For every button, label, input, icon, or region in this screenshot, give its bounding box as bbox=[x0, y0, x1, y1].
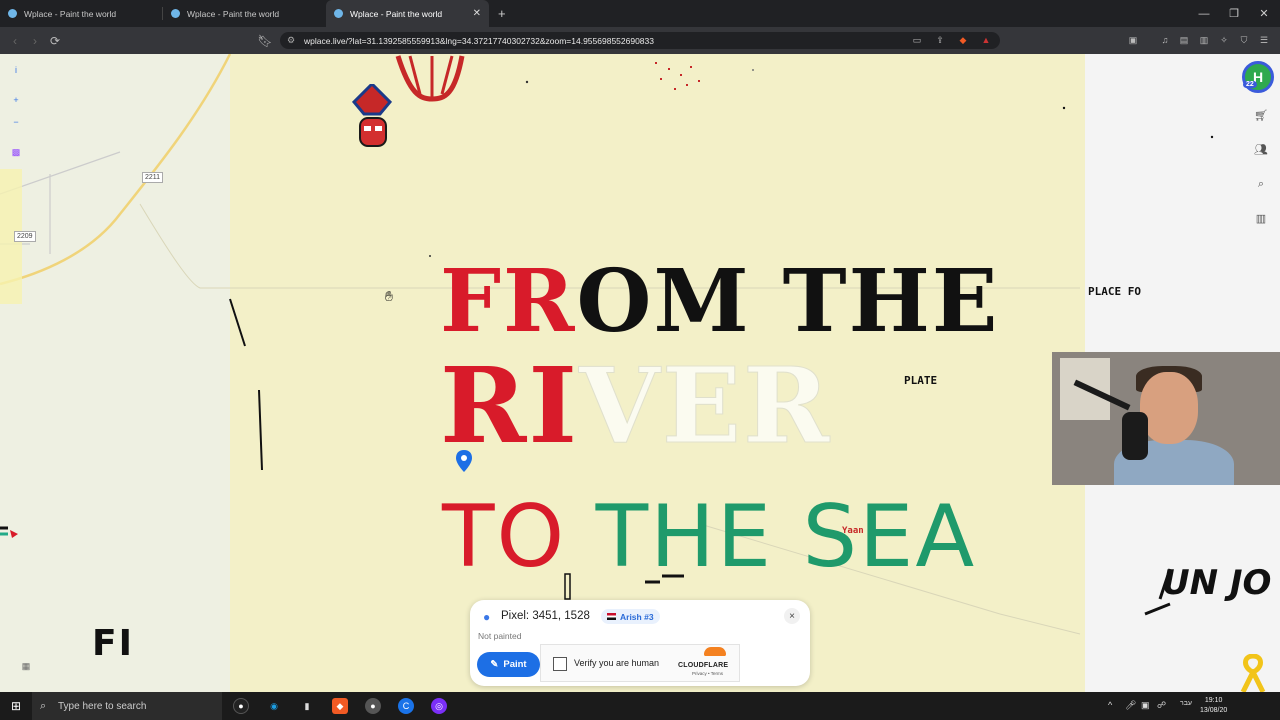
app-icon-1[interactable]: ● bbox=[233, 698, 249, 714]
site-settings-icon[interactable]: ⚙ bbox=[287, 35, 295, 46]
reload-icon[interactable]: ⟳ bbox=[47, 27, 63, 54]
windows-start-icon[interactable]: ⊞ bbox=[8, 698, 24, 714]
spiderman-pixel-art bbox=[351, 84, 393, 147]
close-window-icon[interactable]: ✕ bbox=[1248, 0, 1280, 27]
art-river: RIVER bbox=[440, 344, 832, 467]
steam-icon[interactable]: ◉ bbox=[266, 698, 282, 714]
region-badge[interactable]: Arish #3 bbox=[601, 609, 660, 624]
cast-icon[interactable]: ▭ bbox=[911, 34, 923, 46]
wplace-favicon-icon bbox=[171, 9, 180, 18]
clock[interactable]: 19:10 13/08/20 bbox=[1200, 696, 1227, 716]
cloudflare-turnstile: Verify you are human CLOUDFLARE Privacy … bbox=[540, 644, 740, 682]
fi-art: FI bbox=[92, 623, 134, 664]
cloudflare-cloud-icon bbox=[704, 647, 726, 656]
mic-icon[interactable]: 🎤︎ bbox=[1125, 700, 1136, 711]
store-cart-icon[interactable]: 🛒︎ bbox=[1252, 106, 1270, 124]
tab-title: Wplace - Paint the world bbox=[350, 8, 443, 19]
address-bar-row: ‹ › ⟳ 🔖︎ ⚙ wplace.live/?lat=31.139258555… bbox=[0, 27, 1280, 54]
language-indicator[interactable]: עבר bbox=[1180, 700, 1192, 707]
paint-status: Not painted bbox=[478, 631, 522, 641]
close-tab-icon[interactable]: ✕ bbox=[473, 8, 481, 19]
tray-chevron-icon[interactable]: ^ bbox=[1108, 700, 1112, 710]
paint-button[interactable]: ✎ Paint bbox=[477, 652, 540, 677]
map-layers-icon[interactable]: ▦ bbox=[18, 658, 34, 674]
red-tag-label: Yaan bbox=[842, 526, 864, 536]
road-label-2209: 2209 bbox=[14, 231, 36, 242]
verify-label: Verify you are human bbox=[574, 658, 660, 668]
webcam-overlay bbox=[1052, 352, 1280, 485]
leaderboard-icon[interactable]: ▥ bbox=[1252, 209, 1270, 227]
tab-2[interactable]: Wplace - Paint the world bbox=[163, 0, 326, 27]
app-icon-3[interactable]: ▮ bbox=[299, 698, 315, 714]
obs-icon[interactable]: ◎ bbox=[431, 698, 447, 714]
share-icon[interactable]: ⇪ bbox=[934, 34, 946, 46]
map-canvas[interactable]: 2211 2209 i + − ▩ ▦ H 22 🛒︎ 👥︎ ⌕ ▥ FROM … bbox=[0, 54, 1280, 692]
close-panel-button[interactable]: × bbox=[784, 608, 800, 624]
tray-app-icon[interactable]: ▣ bbox=[1141, 700, 1150, 711]
pixel-info-panel: ● Pixel: 3451, 1528 Arish #3 × Not paint… bbox=[470, 600, 810, 686]
brave-shield-icon[interactable]: ◆ bbox=[957, 34, 969, 46]
road-label-2211: 2211 bbox=[142, 172, 164, 183]
tab-1[interactable]: Wplace - Paint the world bbox=[0, 0, 163, 27]
cloudflare-logo: CLOUDFLARE bbox=[678, 662, 729, 669]
forward-arrow-icon[interactable]: › bbox=[27, 27, 43, 54]
extensions-icon[interactable]: ▣ bbox=[1127, 34, 1139, 46]
wplace-favicon-icon bbox=[334, 9, 343, 18]
tab-3-active[interactable]: Wplace - Paint the world ✕ bbox=[326, 0, 489, 27]
twitch-icon[interactable]: ▩ bbox=[8, 144, 24, 160]
location-pin-icon: ● bbox=[483, 610, 491, 624]
url-text: wplace.live/?lat=31.1392585559913&lng=34… bbox=[304, 35, 654, 46]
tab-title: Wplace - Paint the world bbox=[24, 8, 117, 19]
wallet-icon[interactable]: ▥ bbox=[1198, 34, 1210, 46]
brave-rewards-icon[interactable]: ▲ bbox=[980, 34, 992, 46]
yellow-ribbon-icon bbox=[1237, 653, 1269, 692]
art-from-the: FROM THE bbox=[440, 251, 1000, 352]
search-icon: ⌕ bbox=[40, 699, 47, 712]
leo-ai-icon[interactable]: ✧ bbox=[1218, 34, 1230, 46]
vpn-icon[interactable]: ⛉ bbox=[1238, 34, 1250, 46]
info-icon[interactable]: i bbox=[8, 62, 24, 78]
egypt-flag-icon bbox=[607, 613, 616, 620]
brush-icon: ✎ bbox=[490, 659, 499, 670]
bookmark-icon[interactable]: 🔖︎ bbox=[257, 27, 273, 54]
verify-checkbox[interactable] bbox=[553, 657, 567, 671]
app-icon-5[interactable]: ● bbox=[365, 698, 381, 714]
level-badge: 22 bbox=[1243, 81, 1257, 88]
art-to-the-sea: TO THE SEA bbox=[442, 487, 977, 587]
ccleaner-icon[interactable]: C bbox=[398, 698, 414, 714]
minimize-icon[interactable]: — bbox=[1188, 0, 1220, 27]
un-jo-art: UN JO bbox=[1162, 563, 1272, 603]
sidebar-icon[interactable]: ▤ bbox=[1178, 34, 1190, 46]
search-placeholder: Type here to search bbox=[58, 700, 147, 712]
new-tab-button[interactable]: + bbox=[498, 6, 506, 21]
zoom-in-button[interactable]: + bbox=[8, 92, 24, 108]
zoom-out-button[interactable]: − bbox=[8, 114, 24, 130]
menu-icon[interactable]: ☰ bbox=[1258, 34, 1270, 46]
pixel-coordinates: Pixel: 3451, 1528 bbox=[501, 610, 590, 622]
brave-taskbar-icon[interactable]: ◆ bbox=[332, 698, 348, 714]
network-icon[interactable]: ☍ bbox=[1157, 700, 1166, 711]
map-pin-icon[interactable] bbox=[456, 450, 472, 474]
url-field[interactable]: ⚙ wplace.live/?lat=31.1392585559913&lng=… bbox=[280, 32, 1000, 49]
tab-strip: Wplace - Paint the world Wplace - Paint … bbox=[0, 0, 1280, 27]
avatar[interactable]: H bbox=[1242, 61, 1274, 93]
media-icon[interactable]: ♫ bbox=[1159, 34, 1171, 46]
tab-title: Wplace - Paint the world bbox=[187, 8, 280, 19]
plate-label: PLATE bbox=[904, 374, 938, 387]
restore-icon[interactable]: ❐ bbox=[1218, 0, 1250, 27]
search-location-icon[interactable]: ⌕ bbox=[1252, 175, 1270, 193]
alliance-icon[interactable]: 👥︎ bbox=[1252, 140, 1270, 158]
cursor-hand-icon: ✋︎ bbox=[385, 288, 393, 304]
windows-taskbar: ⊞ ⌕ Type here to search ● ◉ ▮ ◆ ● C ◎ ^ … bbox=[0, 692, 1280, 720]
cloudflare-links[interactable]: Privacy • Terms bbox=[692, 671, 723, 676]
place-fo-label: PLACE FO bbox=[1088, 285, 1141, 298]
back-arrow-icon[interactable]: ‹ bbox=[7, 27, 23, 54]
taskbar-search[interactable]: ⌕ Type here to search bbox=[32, 692, 222, 720]
wplace-favicon-icon bbox=[8, 9, 17, 18]
